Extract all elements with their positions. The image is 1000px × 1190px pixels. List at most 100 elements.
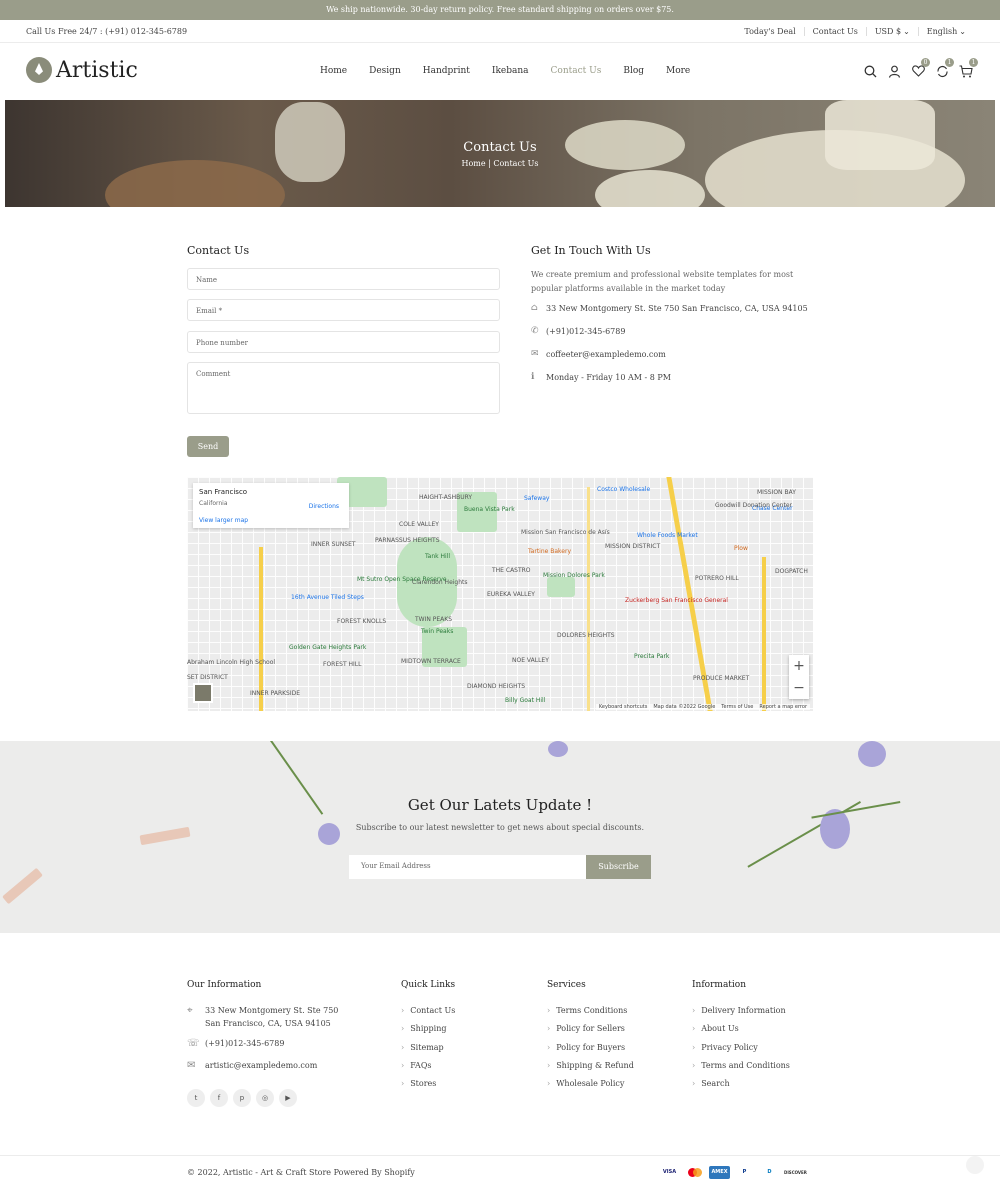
map-label: DIAMOND HEIGHTS [467, 683, 526, 690]
email-field[interactable]: Email * [187, 299, 500, 321]
service-label: Wholesale Policy [556, 1079, 625, 1089]
service-label: Policy for Sellers [556, 1024, 625, 1034]
visa-icon: VISA [659, 1166, 680, 1179]
newsletter-email-input[interactable]: Your Email Address [349, 855, 586, 879]
footer-email[interactable]: artistic@exampledemo.com [205, 1059, 317, 1072]
list-item[interactable]: › Wholesale Policy [547, 1079, 634, 1097]
map-label: Goodwill Donation Center [715, 502, 792, 509]
chevron-right-icon: › [547, 1079, 551, 1089]
newsletter-placeholder: Your Email Address [361, 862, 431, 870]
quick-links-heading: Quick Links [401, 980, 456, 990]
nav-contact-us[interactable]: Contact Us [551, 66, 602, 76]
map-label: Precita Park [634, 653, 670, 660]
pinterest-icon[interactable]: p [233, 1089, 251, 1107]
facebook-icon[interactable]: f [210, 1089, 228, 1107]
nav-handprint[interactable]: Handprint [423, 66, 470, 76]
service-label: Shipping & Refund [556, 1060, 634, 1070]
map-label: Clarendon Heights [412, 579, 468, 586]
view-larger-map-link[interactable]: View larger map [199, 517, 248, 524]
email-text[interactable]: coffeeter@exampledemo.com [546, 350, 666, 359]
chevron-right-icon: › [547, 1024, 551, 1034]
youtube-icon[interactable]: ▶ [279, 1089, 297, 1107]
list-item[interactable]: › Search [692, 1079, 790, 1097]
compare-count-badge: 1 [945, 58, 954, 67]
wishlist-icon[interactable]: 0 [910, 58, 930, 79]
phone-row: ✆ (+91)012-345-6789 [531, 327, 625, 337]
top-links: Today's Deal Contact Us USD $ ⌄ English ⌄ [736, 27, 974, 36]
nav-home[interactable]: Home [320, 66, 347, 76]
list-item[interactable]: › Sitemap [401, 1043, 455, 1061]
pen-nib-icon [26, 57, 52, 83]
chevron-right-icon: › [401, 1079, 405, 1089]
list-item[interactable]: › About Us [692, 1024, 790, 1042]
phone-field[interactable]: Phone number [187, 331, 500, 353]
twitter-icon[interactable]: t [187, 1089, 205, 1107]
address-row: ⌂ 33 New Montgomery St. Ste 750 San Franc… [531, 303, 808, 314]
zoom-in-button[interactable]: + [789, 655, 809, 677]
quick-link-label: FAQs [410, 1060, 432, 1070]
todays-deal-link[interactable]: Today's Deal [736, 27, 803, 36]
footer-email-row: ✉ artistic@exampledemo.com [187, 1059, 317, 1072]
list-item[interactable]: › Terms Conditions [547, 1006, 634, 1024]
directions-link[interactable]: Directions [309, 503, 339, 510]
instagram-icon[interactable]: ◎ [256, 1089, 274, 1107]
comment-field[interactable]: Comment [187, 362, 500, 414]
list-item[interactable]: › Stores [401, 1079, 455, 1097]
services-heading: Services [547, 980, 586, 990]
map-label: Twin Peaks [421, 628, 454, 635]
map-label: SET DISTRICT [187, 674, 228, 681]
map-info-card: San Francisco California View larger map… [193, 483, 349, 528]
amex-icon: AMEX [709, 1166, 730, 1179]
nav-more[interactable]: More [666, 66, 690, 76]
currency-select[interactable]: USD $ ⌄ [865, 27, 918, 36]
list-item[interactable]: › Contact Us [401, 1006, 455, 1024]
map-label: PRODUCE MARKET [693, 675, 750, 682]
map-label: MISSION DISTRICT [605, 543, 661, 550]
chevron-right-icon: › [401, 1060, 405, 1070]
nav-blog[interactable]: Blog [623, 66, 644, 76]
home-icon: ⌂ [531, 303, 538, 313]
list-item[interactable]: › FAQs [401, 1061, 455, 1079]
list-item[interactable]: › Policy for Sellers [547, 1024, 634, 1042]
chevron-right-icon: › [401, 1006, 405, 1015]
nav-ikebana[interactable]: Ikebana [492, 66, 529, 76]
map-label: Mission Dolores Park [543, 572, 605, 579]
name-field[interactable]: Name [187, 268, 500, 290]
back-to-top-button[interactable] [966, 1156, 984, 1174]
terms-of-use-link[interactable]: Terms of Use [721, 704, 753, 710]
list-item[interactable]: › Policy for Buyers [547, 1043, 634, 1061]
send-button[interactable]: Send [187, 436, 229, 457]
list-item[interactable]: › Terms and Conditions [692, 1061, 790, 1079]
map-label: PARNASSUS HEIGHTS [375, 537, 440, 544]
compare-icon[interactable]: 1 [934, 58, 954, 79]
cart-icon[interactable]: 1 [958, 58, 978, 79]
map-satellite-toggle[interactable] [193, 683, 213, 703]
call-us-text: Call Us Free 24/7 : (+91) 012-345-6789 [26, 27, 188, 36]
list-item[interactable]: › Privacy Policy [692, 1043, 790, 1061]
keyboard-shortcuts-link[interactable]: Keyboard shortcuts [599, 704, 647, 710]
chevron-down-icon: ⌄ [903, 27, 910, 36]
language-select[interactable]: English ⌄ [917, 27, 974, 36]
top-bar: Call Us Free 24/7 : (+91) 012-345-6789 T… [0, 20, 1000, 43]
footer-phone-row: ☏ (+91)012-345-6789 [187, 1037, 284, 1050]
comment-placeholder: Comment [196, 370, 231, 378]
service-label: Policy for Buyers [556, 1042, 626, 1052]
envelope-icon: ✉ [187, 1060, 196, 1071]
nav-design[interactable]: Design [369, 66, 401, 76]
get-in-touch-description: We create premium and professional websi… [531, 270, 794, 293]
user-icon[interactable] [886, 63, 902, 79]
search-icon[interactable] [862, 63, 878, 79]
site-logo[interactable]: Artistic [26, 57, 138, 83]
information-list: › Delivery Information › About Us › Privacy… [692, 1006, 790, 1097]
report-map-error-link[interactable]: Report a map error [759, 704, 807, 710]
location-pin-icon: ⌖ [187, 1005, 193, 1016]
hours-text: Monday - Friday 10 AM - 8 PM [546, 373, 671, 382]
contact-us-link[interactable]: Contact Us [803, 27, 866, 36]
list-item[interactable]: › Shipping & Refund [547, 1061, 634, 1079]
list-item[interactable]: › Delivery Information [692, 1006, 790, 1024]
subscribe-button[interactable]: Subscribe [586, 855, 651, 879]
google-map[interactable]: HAIGHT-ASHBURY COLE VALLEY INNER SUNSET … [187, 477, 813, 711]
zoom-out-button[interactable]: − [789, 677, 809, 699]
map-highway [259, 547, 263, 711]
list-item[interactable]: › Shipping [401, 1024, 455, 1042]
